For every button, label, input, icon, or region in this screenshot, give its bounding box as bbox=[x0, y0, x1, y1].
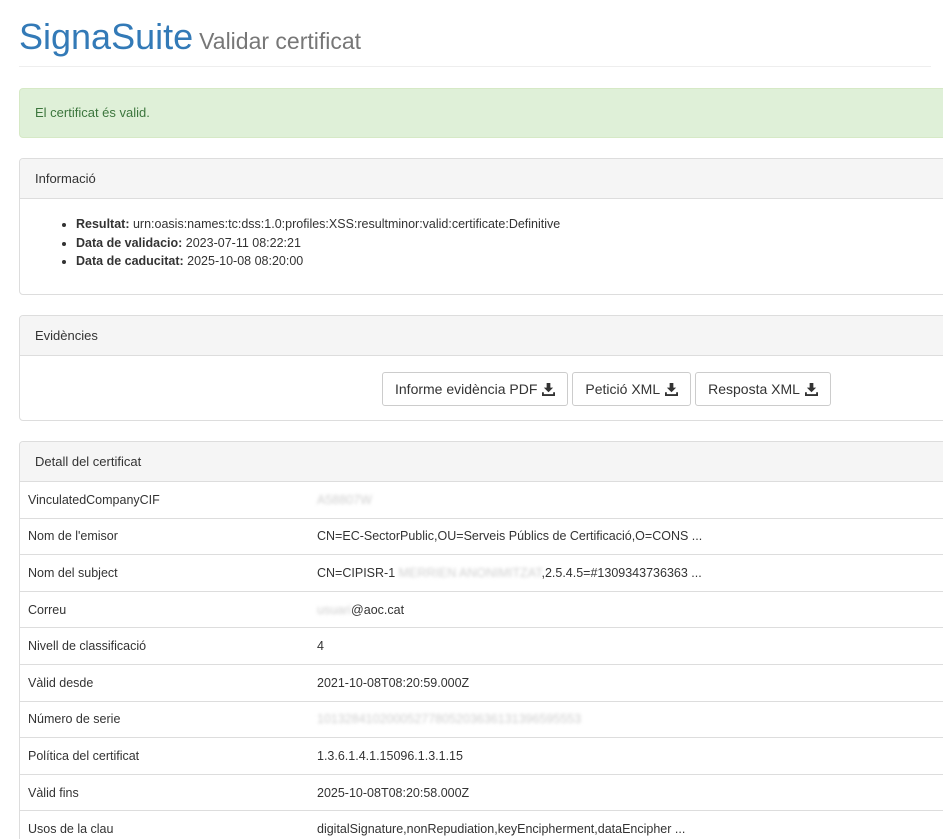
table-row: VinculatedCompanyCIF A58807W bbox=[20, 482, 943, 518]
info-value: 2023-07-11 08:22:21 bbox=[185, 235, 301, 250]
row-key: Política del certificat bbox=[20, 737, 309, 775]
download-pdf-button[interactable]: Informe evidència PDF bbox=[382, 372, 569, 406]
download-response-xml-button[interactable]: Resposta XML bbox=[695, 372, 831, 406]
alert-message: El certificat és valid. bbox=[35, 105, 150, 120]
redacted-text: MERRIEN ANONIMITZAT bbox=[398, 565, 542, 580]
info-label: Data de caducitat: bbox=[76, 254, 184, 268]
page-header: SignaSuite Validar certificat bbox=[19, 14, 931, 67]
info-list: Resultat: urn:oasis:names:tc:dss:1.0:pro… bbox=[20, 199, 943, 271]
evidence-buttons: Informe evidència PDF Petició XML Respos… bbox=[382, 372, 831, 406]
detail-panel-heading: Detall del certificat bbox=[20, 442, 943, 482]
table-row: Usos de la clau digitalSignature,nonRepu… bbox=[20, 810, 943, 839]
row-key: Nivell de classificació bbox=[20, 627, 309, 665]
row-value: 2025-10-08T08:20:58.000Z bbox=[309, 773, 943, 811]
row-key: Usos de la clau bbox=[20, 810, 309, 839]
success-alert: El certificat és valid. bbox=[19, 88, 943, 138]
info-value: 2025-10-08 08:20:00 bbox=[187, 254, 304, 268]
certificate-detail-table: VinculatedCompanyCIF A58807W Nom de l'em… bbox=[20, 482, 943, 839]
table-row: Vàlid desde 2021-10-08T08:20:59.000Z bbox=[20, 663, 943, 702]
row-key: Nom del subject bbox=[20, 554, 309, 592]
button-label: Petició XML bbox=[585, 381, 661, 397]
info-item-validation-date: Data de validacio: 2023-07-11 08:22:21 bbox=[76, 234, 943, 253]
table-row: Número de serie 101328410200052778052036… bbox=[20, 700, 943, 738]
redacted-text: 10132841020005277805203636131396595553 bbox=[317, 712, 582, 727]
row-value: digitalSignature,nonRepudiation,keyEncip… bbox=[309, 810, 943, 839]
table-row: Correu usuari@aoc.cat bbox=[20, 590, 943, 628]
row-value: CN=CIPISR-1 MERRIEN ANONIMITZAT,2.5.4.5=… bbox=[309, 554, 943, 592]
info-panel-heading: Informació bbox=[20, 159, 943, 199]
row-value: A58807W bbox=[309, 482, 943, 518]
page-subtitle: Validar certificat bbox=[199, 28, 362, 54]
table-row: Nom del subject CN=CIPISR-1 MERRIEN ANON… bbox=[20, 554, 943, 592]
table-row: Política del certificat 1.3.6.1.4.1.1509… bbox=[20, 737, 943, 775]
button-label: Resposta XML bbox=[708, 381, 800, 397]
row-value: CN=EC-SectorPublic,OU=Serveis Públics de… bbox=[309, 517, 943, 555]
brand-title: SignaSuite bbox=[19, 16, 194, 57]
row-key: Correu bbox=[20, 590, 309, 628]
redacted-text: usuari bbox=[317, 602, 352, 617]
evidence-panel-heading: Evidències bbox=[20, 316, 943, 356]
download-icon bbox=[804, 382, 818, 396]
info-panel: Informació Resultat: urn:oasis:names:tc:… bbox=[19, 158, 943, 295]
row-key: Nom de l'emisor bbox=[20, 517, 309, 555]
evidence-panel: Evidències Informe evidència PDF Petició… bbox=[19, 315, 943, 421]
row-value: 10132841020005277805203636131396595553 bbox=[309, 700, 943, 738]
row-key: Vàlid fins bbox=[20, 773, 309, 811]
info-label: Data de validacio: bbox=[76, 235, 183, 250]
download-request-xml-button[interactable]: Petició XML bbox=[572, 372, 692, 406]
info-item-expiry-date: Data de caducitat: 2025-10-08 08:20:00 bbox=[76, 252, 943, 271]
detail-panel: Detall del certificat VinculatedCompanyC… bbox=[19, 441, 943, 839]
row-key: Vàlid desde bbox=[20, 663, 309, 702]
redacted-text: A58807W bbox=[317, 492, 372, 507]
row-key: Número de serie bbox=[20, 700, 309, 738]
row-value: usuari@aoc.cat bbox=[309, 590, 943, 628]
page: SignaSuite Validar certificat El certific… bbox=[0, 0, 943, 839]
table-row: Nivell de classificació 4 bbox=[20, 627, 943, 665]
row-value: 1.3.6.1.4.1.15096.1.3.1.15 bbox=[309, 737, 943, 775]
row-value: 4 bbox=[309, 627, 943, 665]
row-value: 2021-10-08T08:20:59.000Z bbox=[309, 663, 943, 702]
info-value: urn:oasis:names:tc:dss:1.0:profiles:XSS:… bbox=[132, 217, 561, 231]
row-key: VinculatedCompanyCIF bbox=[28, 492, 160, 507]
button-label: Informe evidència PDF bbox=[395, 381, 538, 397]
info-item-result: Resultat: urn:oasis:names:tc:dss:1.0:pro… bbox=[76, 215, 943, 234]
info-label: Resultat: bbox=[76, 217, 130, 231]
download-icon bbox=[665, 382, 679, 396]
table-row: Vàlid fins 2025-10-08T08:20:58.000Z bbox=[20, 773, 943, 811]
table-row: Nom de l'emisor CN=EC-SectorPublic,OU=Se… bbox=[20, 517, 943, 555]
download-icon bbox=[542, 382, 556, 396]
